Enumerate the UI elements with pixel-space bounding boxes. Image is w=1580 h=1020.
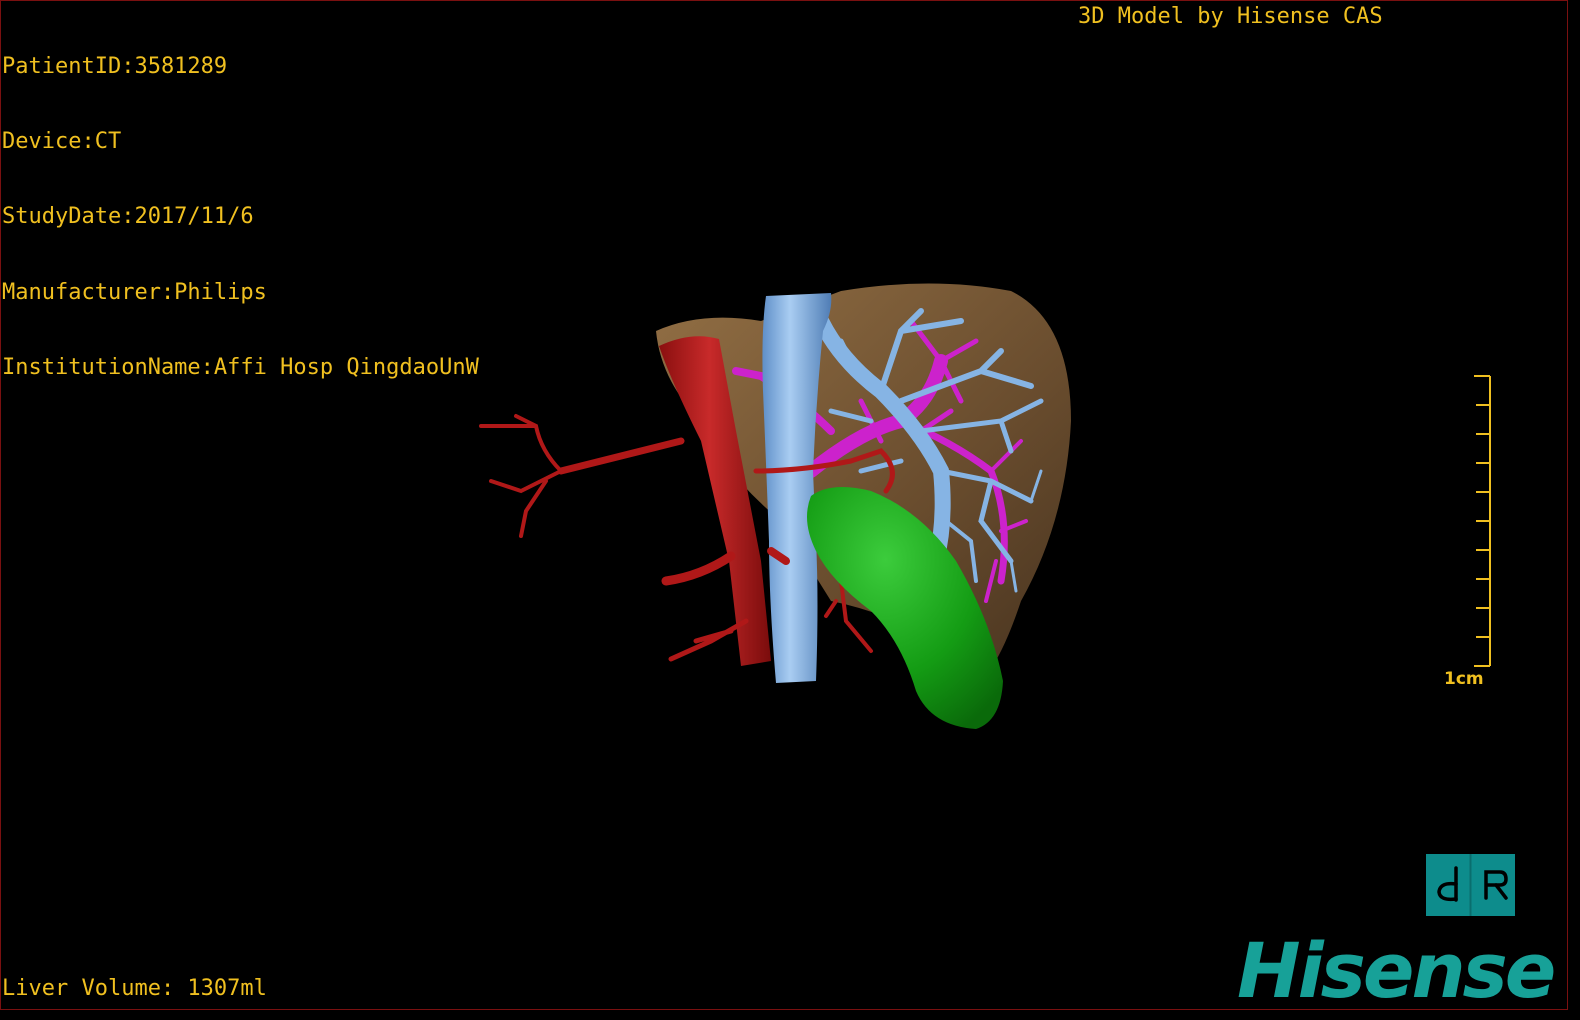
patient-id: PatientID:3581289 xyxy=(2,54,228,79)
orientation-cube[interactable] xyxy=(1426,854,1515,916)
3d-viewport[interactable]: PatientID:3581289 Device:CT StudyDate:20… xyxy=(0,0,1568,1010)
hisense-logo: Hisense xyxy=(1237,926,1556,1010)
scale-bar-label: 1cm xyxy=(1444,669,1484,689)
study-date: StudyDate:2017/11/6 xyxy=(2,204,254,230)
device: Device:CT xyxy=(2,129,122,155)
scale-bar xyxy=(1474,375,1491,667)
model-credit: 3D Model by Hisense CAS xyxy=(1078,4,1383,29)
manufacturer: Manufacturer:Philips xyxy=(2,279,267,305)
orientation-glyphs-icon xyxy=(1437,854,1508,916)
liver-volume: Liver Volume: 1307ml xyxy=(2,976,267,1001)
dicom-info-overlay: PatientID:3581289 Device:CT StudyDate:20… xyxy=(2,4,479,430)
institution-name: InstitutionName:Affi Hosp QingdaoUnW xyxy=(2,354,479,380)
